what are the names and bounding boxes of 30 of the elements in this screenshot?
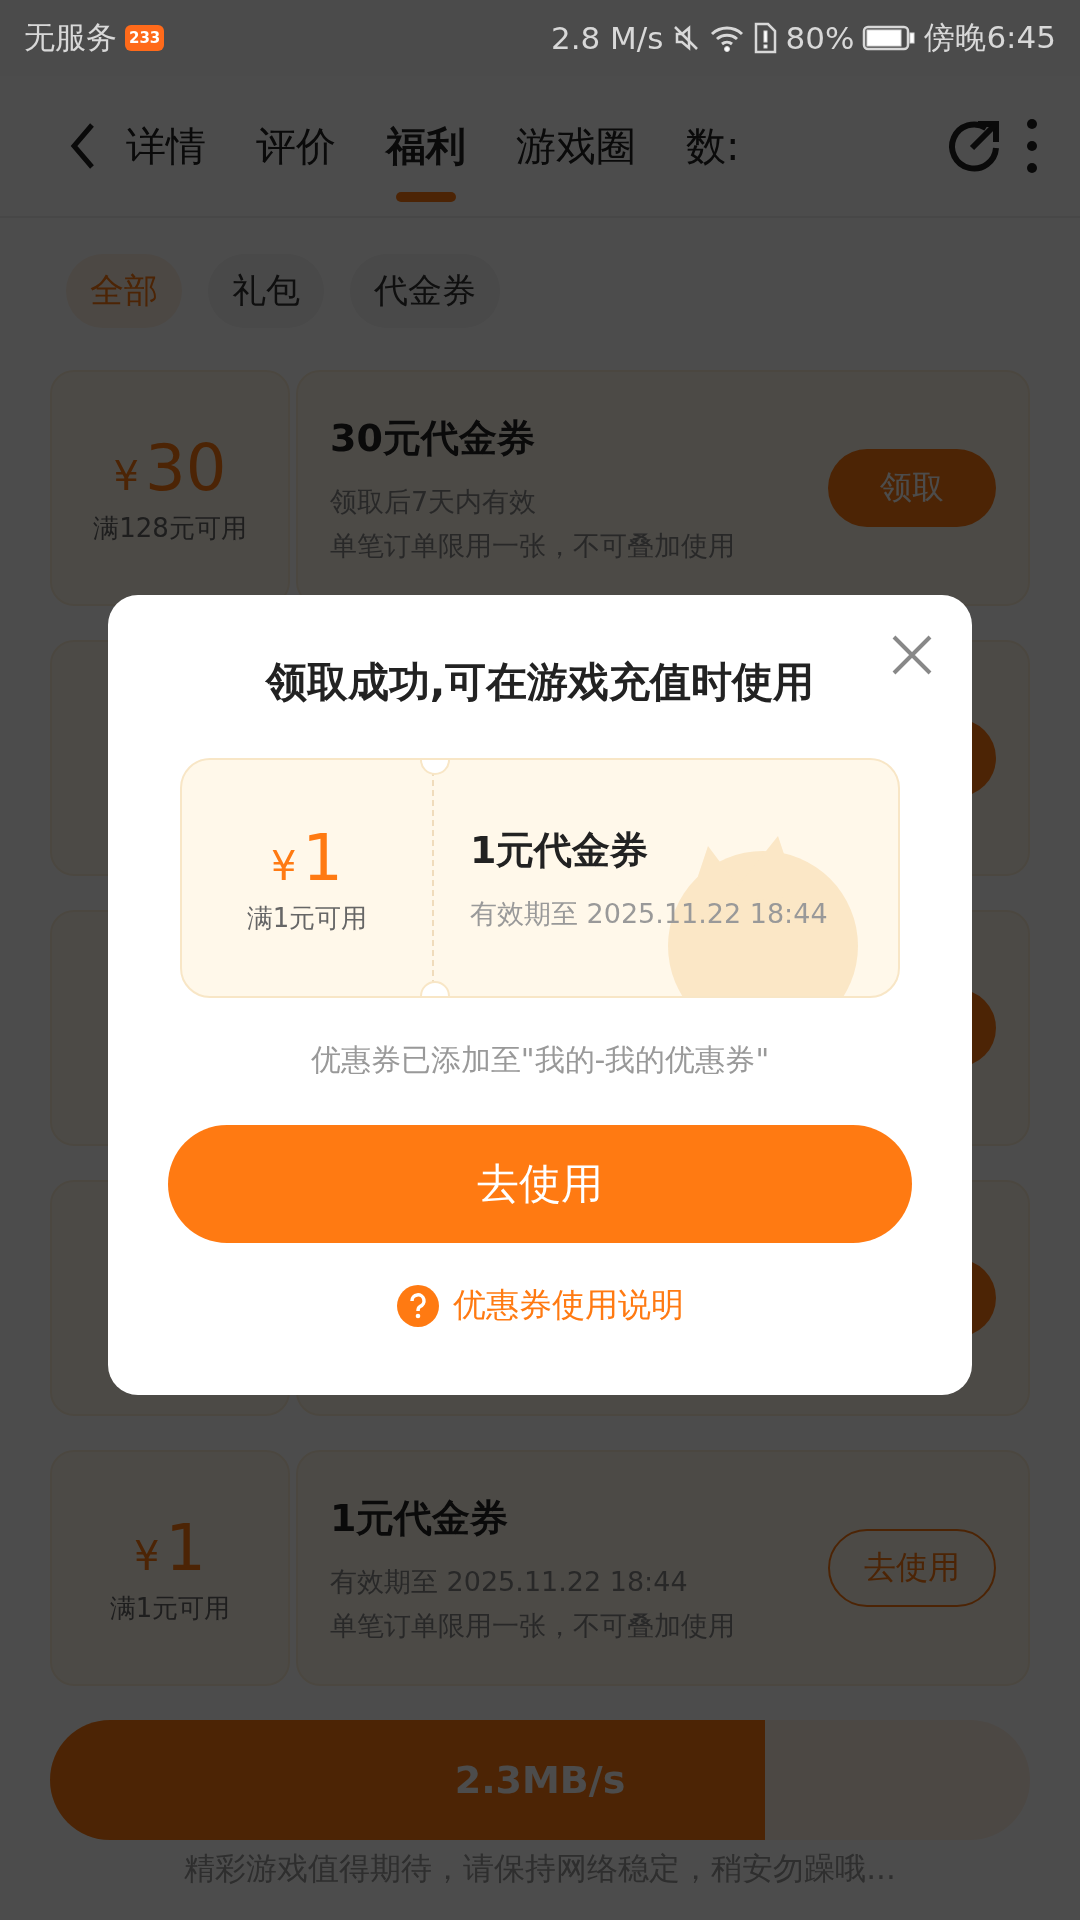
battery-percent: 80% [785,20,855,56]
sim-alert-icon [753,22,778,54]
coupon-amount: 30 [145,430,227,505]
currency-symbol: ¥ [113,452,139,499]
close-icon[interactable] [890,633,934,677]
tab[interactable]: 数: [686,90,740,202]
added-note: 优惠券已添加至"我的-我的优惠券" [310,1041,770,1079]
dialog-title: 领取成功,可在游戏充值时使用 [265,657,815,708]
use-button[interactable]: 去使用 [168,1125,912,1243]
carrier-text: 无服务 [24,18,117,57]
coupon-amount: 1 [165,1510,207,1585]
tab[interactable]: 详情 [126,90,206,202]
tab[interactable]: 福利 [386,90,466,202]
help-icon[interactable] [396,1284,439,1327]
coupon-condition: 满1元可用 [246,901,368,935]
tab[interactable]: 游戏圈 [516,90,636,202]
coupon-amount: 1 [302,820,344,895]
tab[interactable]: 评价 [256,90,336,202]
coupon-title: 1元代金券 [330,1494,510,1542]
help-link[interactable]: 优惠券使用说明 [452,1283,684,1328]
clock: 傍晚6:45 [924,18,1056,57]
coupon-validity: 有效期至 2025.11.22 18:44 [470,896,829,931]
app-badge: 233 [125,25,165,51]
coupon-title: 30元代金券 [330,414,536,462]
download-speed: 2.3MB/s [454,1758,626,1802]
currency-symbol: ¥ [270,842,297,889]
currency-symbol: ¥ [133,1532,160,1579]
battery-icon [862,24,917,52]
coupon-title: 1元代金券 [470,826,650,874]
network-speed: 2.8 M/s [550,20,664,56]
